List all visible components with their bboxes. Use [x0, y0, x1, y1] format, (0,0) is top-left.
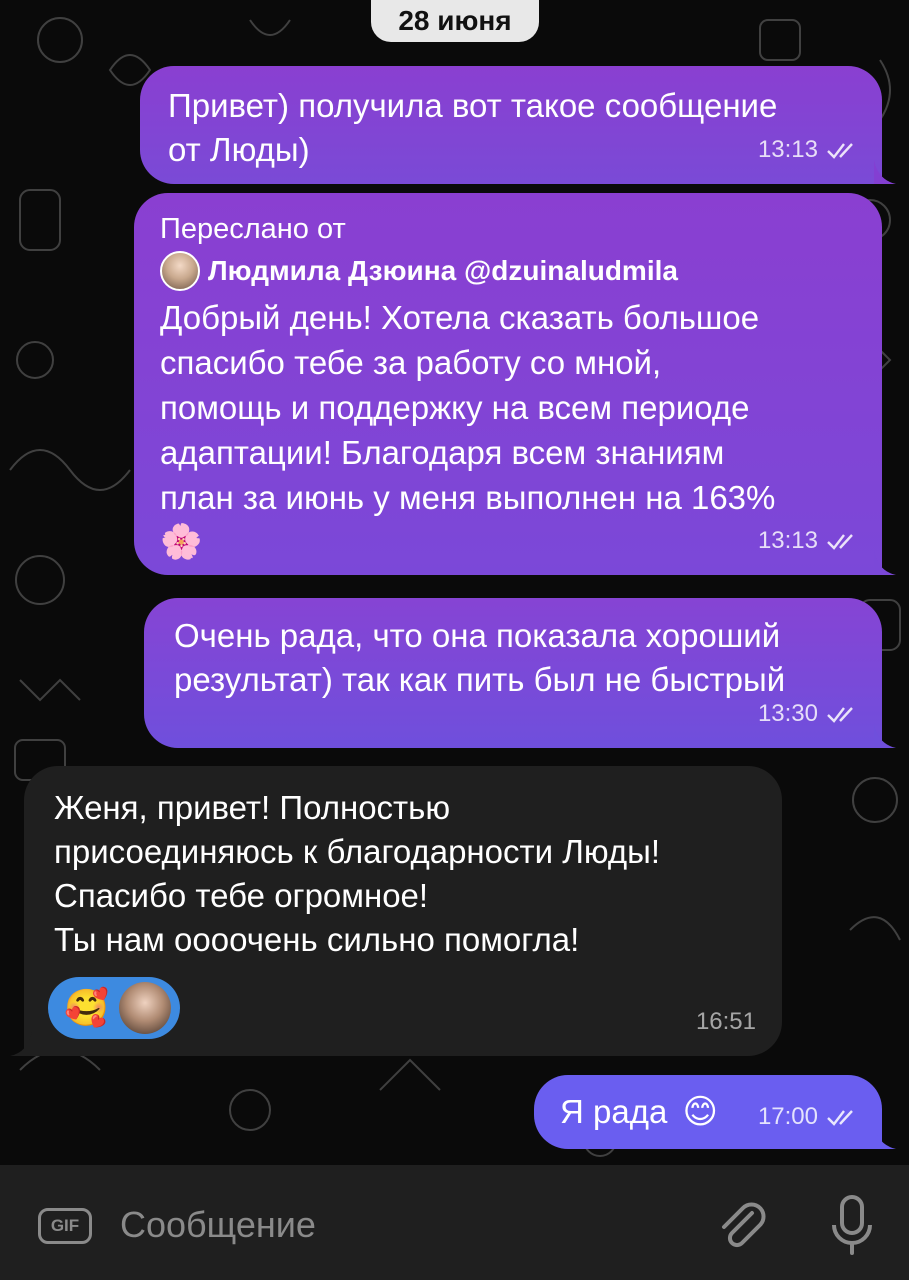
message-meta: 17:00 — [758, 1095, 860, 1139]
message-text: Я рада — [560, 1093, 668, 1130]
message-meta: 13:30 — [758, 692, 860, 736]
message-time: 16:51 — [695, 1008, 756, 1035]
microphone-icon[interactable] — [830, 1193, 874, 1257]
forwarded-message[interactable]: Переслано от Людмила Дзюина @dzuinaludmi… — [134, 193, 896, 575]
bubble-tail — [10, 1032, 32, 1056]
message-time: 17:00 — [757, 1103, 818, 1130]
flower-emoji: 🌸 — [160, 523, 203, 561]
outgoing-message[interactable]: Привет) получила вот такое сообщение от … — [140, 66, 896, 184]
message-meta: 13:13 — [758, 519, 860, 563]
bubble-tail — [874, 551, 896, 575]
chat-screen: 28 июня Привет) получила вот такое сообщ… — [0, 0, 909, 1280]
outgoing-message[interactable]: Я рада 😊 17:00 — [534, 1075, 896, 1149]
message-time: 13:13 — [757, 136, 818, 163]
gif-button[interactable]: GIF — [38, 1208, 92, 1244]
message-input-bar: GIF Сообщение — [0, 1165, 909, 1280]
double-check-icon — [827, 1110, 853, 1126]
message-meta: 16:51 — [696, 1000, 756, 1044]
forwarded-label: Переслано от — [160, 213, 346, 245]
bubble-tail — [874, 160, 896, 184]
smiling-hearts-emoji: 🥰 — [64, 987, 109, 1028]
reactor-avatar — [118, 982, 171, 1034]
message-time: 13:13 — [757, 527, 818, 554]
author-name: Людмила Дзюина @dzuinaludmila — [208, 255, 678, 286]
message-input[interactable]: Сообщение — [120, 1201, 316, 1249]
message-time: 13:30 — [757, 700, 818, 727]
forwarded-author[interactable]: Людмила Дзюина @dzuinaludmila — [160, 249, 852, 293]
date-separator: 28 июня — [371, 0, 539, 42]
message-text: Женя, привет! Полностью присоединяюсь к … — [54, 789, 661, 958]
reaction-chip[interactable]: 🥰 — [48, 977, 180, 1039]
paperclip-icon[interactable] — [712, 1195, 770, 1253]
message-meta: 13:13 — [758, 128, 860, 172]
message-text: Привет) получила вот такое сообщение от … — [168, 87, 778, 168]
message-text: Очень рада, что она показала хороший рез… — [174, 617, 786, 698]
author-avatar — [160, 251, 200, 291]
bubble-tail — [874, 724, 896, 748]
smile-emoji: 😊 — [682, 1093, 718, 1131]
outgoing-message[interactable]: Очень рада, что она показала хороший рез… — [144, 598, 896, 748]
double-check-icon — [827, 534, 853, 550]
bubble-tail — [874, 1125, 896, 1149]
message-text: Добрый день! Хотела сказать большое спас… — [160, 299, 776, 516]
double-check-icon — [827, 707, 853, 723]
double-check-icon — [827, 143, 853, 159]
